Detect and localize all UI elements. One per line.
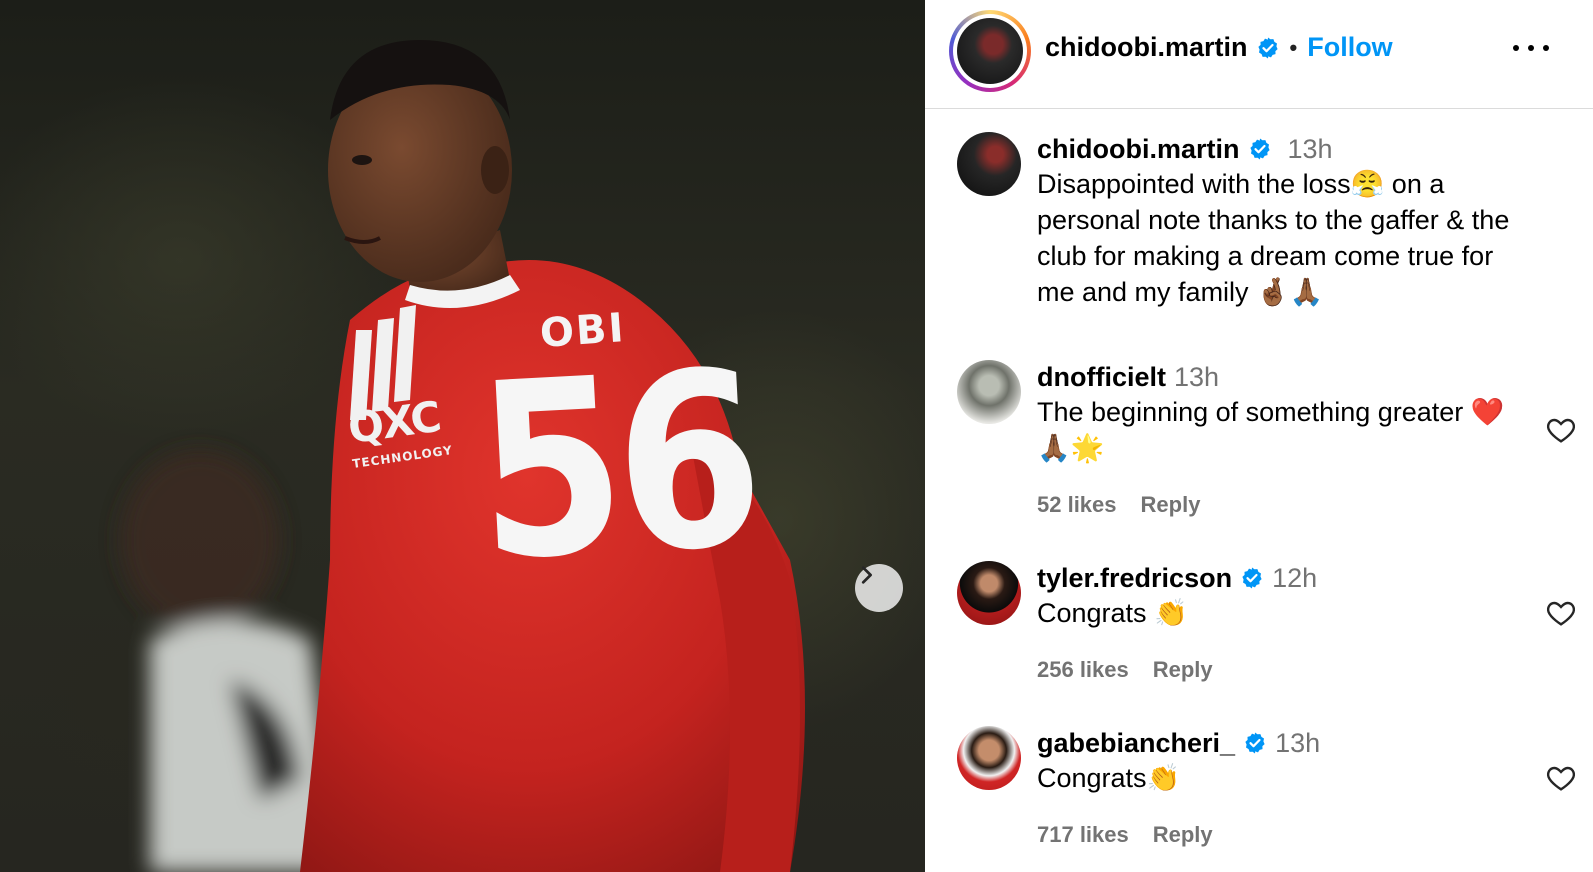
header-user-row: chidoobi.martin • Follow bbox=[1045, 32, 1393, 63]
post-photo: OBI 56 QXC TECHNOLOGY bbox=[0, 0, 925, 872]
comment-text: Congrats👏 bbox=[1037, 763, 1181, 793]
jersey-number: 56 bbox=[470, 318, 762, 615]
next-photo-button[interactable] bbox=[855, 564, 903, 612]
comment-username[interactable]: tyler.fredricson bbox=[1037, 561, 1232, 595]
avatar[interactable] bbox=[957, 132, 1021, 196]
comment-timestamp[interactable]: 12h bbox=[1272, 561, 1317, 595]
reply-button[interactable]: Reply bbox=[1141, 492, 1201, 518]
follow-button[interactable]: Follow bbox=[1307, 32, 1392, 63]
avatar[interactable] bbox=[957, 561, 1021, 625]
avatar[interactable] bbox=[957, 726, 1021, 790]
avatar bbox=[957, 18, 1023, 84]
verified-badge-icon bbox=[1245, 732, 1265, 754]
verified-badge-icon bbox=[1242, 567, 1262, 589]
comment-timestamp[interactable]: 13h bbox=[1275, 726, 1320, 760]
post-details-pane: chidoobi.martin • Follow chidoobi.martin… bbox=[925, 0, 1593, 872]
post-caption: chidoobi.martin 13h Disappointed with th… bbox=[957, 132, 1577, 332]
separator-dot: • bbox=[1289, 34, 1298, 60]
comment-likes[interactable]: 717 likes bbox=[1037, 822, 1129, 848]
caption-text: Disappointed with the loss😤 on a persona… bbox=[1037, 169, 1510, 307]
comment-likes[interactable]: 256 likes bbox=[1037, 657, 1129, 683]
reply-button[interactable]: Reply bbox=[1153, 822, 1213, 848]
chevron-right-icon bbox=[861, 566, 872, 584]
comment-text: Congrats 👏 bbox=[1037, 598, 1188, 628]
comment-item: dnofficielt 13h The beginning of somethi… bbox=[957, 360, 1577, 520]
verified-badge-icon bbox=[1257, 37, 1278, 58]
like-heart-icon[interactable] bbox=[1545, 597, 1577, 629]
comment-item: gabebiancheri_ 13h Congrats👏 717 likes R… bbox=[957, 726, 1577, 848]
comment-username[interactable]: gabebiancheri_ bbox=[1037, 726, 1235, 760]
player-illustration bbox=[120, 40, 805, 872]
verified-badge-icon bbox=[1249, 138, 1270, 160]
more-options-button[interactable] bbox=[1513, 36, 1549, 60]
avatar[interactable] bbox=[957, 360, 1021, 424]
caption-username[interactable]: chidoobi.martin bbox=[1037, 132, 1240, 166]
comment-likes[interactable]: 52 likes bbox=[1037, 492, 1117, 518]
profile-avatar-with-story-ring[interactable] bbox=[949, 10, 1031, 92]
reply-button[interactable]: Reply bbox=[1153, 657, 1213, 683]
header-username[interactable]: chidoobi.martin bbox=[1045, 32, 1248, 63]
comment-text: The beginning of something greater ❤️🙏🏾🌟 bbox=[1037, 397, 1505, 463]
comment-item: tyler.fredricson 12h Congrats 👏 256 like… bbox=[957, 561, 1577, 683]
post-header: chidoobi.martin • Follow bbox=[925, 0, 1593, 109]
comment-timestamp[interactable]: 13h bbox=[1174, 360, 1219, 394]
comment-username[interactable]: dnofficielt bbox=[1037, 360, 1166, 394]
like-heart-icon[interactable] bbox=[1545, 762, 1577, 794]
caption-timestamp[interactable]: 13h bbox=[1288, 132, 1333, 166]
more-horizontal-icon bbox=[1513, 45, 1519, 51]
like-heart-icon[interactable] bbox=[1545, 414, 1577, 446]
